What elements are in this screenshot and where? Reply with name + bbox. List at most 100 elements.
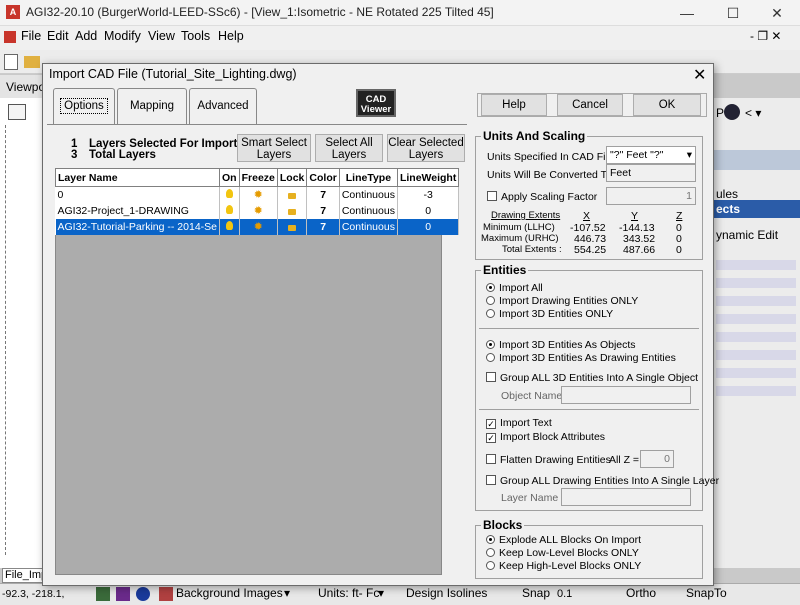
units-converted-field: Feet	[606, 164, 696, 182]
viewport-tab[interactable]: Viewpo	[0, 75, 48, 99]
menu-modify[interactable]: Modify	[104, 29, 141, 43]
view-icon[interactable]	[8, 104, 26, 120]
units-button[interactable]: Units: ft- Fc	[318, 586, 379, 600]
ortho-toggle[interactable]: Ortho	[626, 586, 656, 600]
unlocked-icon[interactable]	[277, 202, 308, 219]
keep-low-level-radio[interactable]: Keep Low-Level Blocks ONLY	[486, 547, 639, 559]
lightbulb-icon[interactable]	[219, 218, 240, 235]
layer-linetype: Continuous	[339, 186, 398, 203]
import-cad-dialog: Import CAD File (Tutorial_Site_Lighting.…	[42, 63, 719, 586]
sun-icon[interactable]: ✹	[239, 186, 278, 203]
table-row[interactable]: 0 ✹ 7 Continuous -3	[55, 186, 460, 203]
apply-scaling-checkbox[interactable]: Apply Scaling Factor	[487, 191, 597, 203]
right-pane-tool-icons[interactable]	[716, 252, 796, 402]
app-logo-icon: A	[6, 5, 20, 19]
group-drawing-checkbox[interactable]: Group ALL Drawing Entities Into A Single…	[486, 475, 719, 487]
units-specified-select[interactable]: "?" Feet "?" ▾	[606, 146, 696, 164]
layers-icon[interactable]	[116, 587, 130, 601]
import-text-checkbox[interactable]: ✓ Import Text	[486, 417, 552, 429]
extents-col-x: X	[583, 210, 591, 222]
extents-col-z: Z	[676, 210, 683, 222]
extents-row-label: Total Extents :	[502, 244, 562, 255]
table-row[interactable]: AGI32-Tutorial-Parking -- 2014-Se ✹ 7 Co…	[55, 218, 460, 235]
snap-value[interactable]: 0.1	[557, 588, 572, 600]
layer-lineweight: -3	[397, 186, 460, 203]
menu-add[interactable]: Add	[75, 29, 97, 43]
flatten-checkbox[interactable]: Flatten Drawing Entities	[486, 454, 611, 466]
unlocked-icon[interactable]	[277, 218, 308, 235]
tab-advanced[interactable]: Advanced	[189, 88, 257, 124]
menu-help[interactable]: Help	[218, 29, 244, 43]
minimize-button[interactable]: —	[664, 0, 710, 26]
tab-mapping[interactable]: Mapping	[117, 88, 187, 124]
background-images-icon	[159, 587, 173, 601]
menu-tools[interactable]: Tools	[181, 29, 210, 43]
col-linetype[interactable]: LineType	[338, 168, 398, 187]
import-3d-drawing-radio[interactable]: Import 3D Entities As Drawing Entities	[486, 352, 676, 364]
lightbulb-icon[interactable]	[219, 186, 240, 203]
dialog-title: Import CAD File (Tutorial_Site_Lighting.…	[49, 67, 297, 81]
import-3d-only-radio[interactable]: Import 3D Entities ONLY	[486, 308, 613, 320]
close-window-button[interactable]: ✕	[754, 0, 800, 26]
open-folder-icon[interactable]	[24, 56, 40, 68]
explode-blocks-radio[interactable]: Explode ALL Blocks On Import	[486, 534, 641, 546]
col-lineweight[interactable]: LineWeight	[396, 168, 460, 187]
total-label: Total Layers	[89, 149, 156, 161]
table-row[interactable]: AGI32-Project_1-DRAWING ✹ 7 Continuous 0	[55, 202, 460, 219]
unlocked-icon[interactable]	[277, 186, 308, 203]
smart-select-button[interactable]: Smart Select Layers	[237, 134, 311, 162]
keep-high-level-radio[interactable]: Keep High-Level Blocks ONLY	[486, 560, 641, 572]
right-pane-label: P	[716, 106, 725, 120]
clear-selected-button[interactable]: Clear Selected Layers	[387, 134, 465, 162]
help-icon[interactable]	[724, 104, 740, 120]
col-color[interactable]: Color	[306, 168, 340, 187]
layer-name: AGI32-Project_1-DRAWING	[55, 202, 221, 219]
dialog-close-button[interactable]: ✕	[693, 65, 706, 85]
menu-file[interactable]: File	[21, 29, 41, 43]
background-images-button[interactable]: Background Images	[176, 586, 283, 600]
layer-linetype: Continuous	[339, 218, 398, 235]
sun-icon[interactable]: ✹	[239, 202, 278, 219]
col-lock[interactable]: Lock	[276, 168, 308, 187]
menu-view[interactable]: View	[148, 29, 175, 43]
help-button[interactable]: Help	[481, 94, 547, 116]
extents-heading: Drawing Extents	[491, 210, 561, 221]
entities-group-title: Entities	[481, 263, 529, 277]
snap-toggle[interactable]: Snap	[522, 586, 550, 600]
chevron-down-icon[interactable]: ▾	[378, 586, 384, 600]
snapto-button[interactable]: SnapTo	[686, 586, 727, 600]
col-freeze[interactable]: Freeze	[238, 168, 278, 187]
mdi-window-controls[interactable]: - ❐ ✕	[750, 29, 781, 43]
viewport-edge	[5, 125, 6, 555]
cancel-button[interactable]: Cancel	[557, 94, 623, 116]
grid-icon[interactable]	[96, 587, 110, 601]
layer-name: AGI32-Tutorial-Parking -- 2014-Se	[55, 218, 221, 235]
lightbulb-icon[interactable]	[219, 202, 240, 219]
right-pane-row	[712, 150, 800, 170]
select-all-button[interactable]: Select All Layers	[315, 134, 383, 162]
menu-edit[interactable]: Edit	[47, 29, 69, 43]
sun-icon[interactable]: ✹	[239, 218, 278, 235]
import-drawing-only-radio[interactable]: Import Drawing Entities ONLY	[486, 295, 638, 307]
units-group-title: Units And Scaling	[481, 129, 588, 143]
layer-lineweight: 0	[397, 218, 460, 235]
col-layer-name[interactable]: Layer Name	[54, 168, 221, 187]
import-all-radio[interactable]: Import All	[486, 282, 543, 294]
group-3d-checkbox[interactable]: Group ALL 3D Entities Into A Single Obje…	[486, 372, 698, 384]
chevron-down-icon[interactable]: ▾	[284, 586, 290, 600]
extents-col-y: Y	[631, 210, 639, 222]
tab-options[interactable]: Options	[53, 88, 115, 124]
new-file-icon[interactable]	[4, 54, 18, 70]
right-pane-back[interactable]: < ▾	[745, 106, 761, 120]
info-icon[interactable]	[136, 587, 150, 601]
import-3d-objects-radio[interactable]: Import 3D Entities As Objects	[486, 339, 636, 351]
ok-button[interactable]: OK	[633, 94, 701, 116]
layer-name-label: Layer Name	[501, 492, 559, 504]
design-isolines-button[interactable]: Design Isolines	[406, 586, 487, 600]
col-on[interactable]: On	[219, 168, 240, 187]
maximize-button[interactable]: ☐	[710, 0, 756, 26]
layer-lineweight: 0	[397, 202, 460, 219]
extents-total-z: 0	[676, 244, 682, 256]
import-block-attrs-checkbox[interactable]: ✓ Import Block Attributes	[486, 431, 605, 443]
cad-viewer-button[interactable]: CAD Viewer	[356, 89, 396, 117]
